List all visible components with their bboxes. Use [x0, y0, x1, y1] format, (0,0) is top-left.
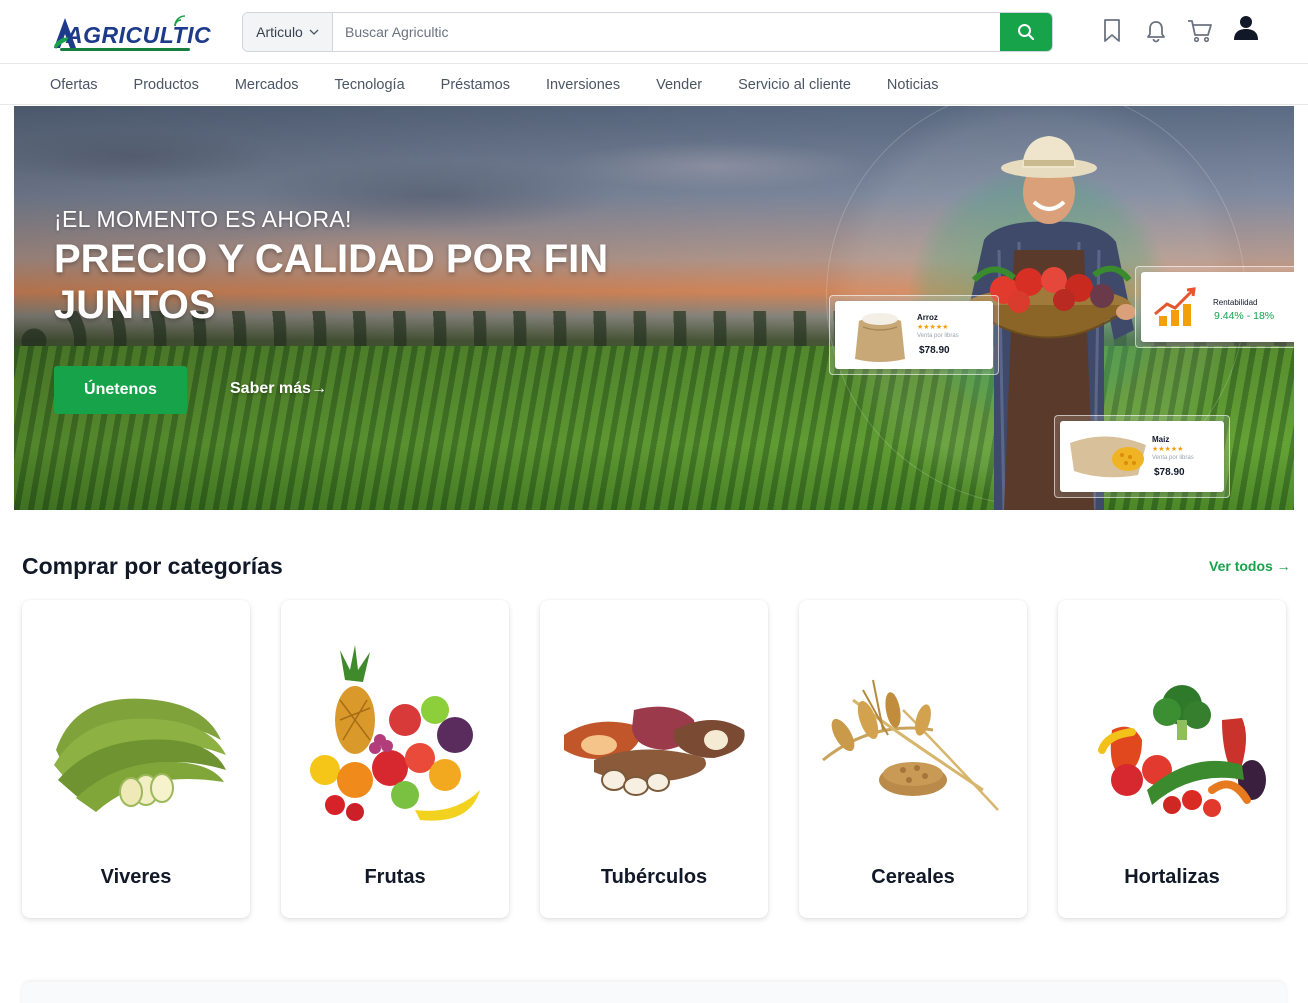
- corn-card-price: $78.90: [1154, 467, 1185, 478]
- hero-title: PRECIO Y CALIDAD POR FIN JUNTOS: [54, 237, 609, 327]
- profitability-card-inner: Rentabilidad 9.44% - 18%: [1141, 272, 1294, 342]
- category-card-viveres[interactable]: Viveres: [22, 600, 250, 918]
- bell-icon: [1147, 21, 1165, 43]
- nav-item-tecnologia[interactable]: Tecnología: [317, 77, 423, 93]
- search-button[interactable]: [1000, 13, 1052, 51]
- rice-card-subtitle: Venta por libras: [917, 333, 959, 339]
- learn-more-link[interactable]: Saber más→: [230, 380, 327, 398]
- notifications-button[interactable]: [1142, 17, 1170, 45]
- rice-card-title: Arroz: [917, 313, 938, 322]
- profitability-label: Rentabilidad: [1213, 298, 1258, 307]
- corn-card-inner: Maiz ★★★★★ Venta por libras $78.90: [1060, 421, 1224, 492]
- nav-item-productos[interactable]: Productos: [116, 77, 217, 93]
- view-all-link[interactable]: Ver todos →: [1209, 558, 1291, 574]
- category-label: Viveres: [100, 866, 172, 888]
- top-header: AGRICULTIC Articulo: [0, 0, 1308, 64]
- bookmark-icon: [1104, 19, 1120, 42]
- user-icon: [1234, 16, 1258, 40]
- next-section-panel: [22, 982, 1286, 1003]
- rice-card-rating: ★★★★★: [917, 324, 949, 331]
- cart-button[interactable]: [1186, 17, 1214, 45]
- fruits-image: [310, 645, 480, 821]
- category-label: Tubérculos: [600, 866, 708, 888]
- rice-product-card[interactable]: Arroz ★★★★★ Venta por libras $78.90: [829, 295, 999, 375]
- chevron-down-icon: [309, 29, 319, 35]
- tubers-image: [564, 706, 745, 796]
- profitability-card[interactable]: Rentabilidad 9.44% - 18%: [1135, 266, 1294, 348]
- corn-sack-image: [1070, 436, 1146, 478]
- category-label: Hortalizas: [1124, 866, 1220, 888]
- category-card-frutas[interactable]: Frutas: [281, 600, 509, 918]
- rice-card-inner: Arroz ★★★★★ Venta por libras $78.90: [835, 301, 993, 369]
- hero-kicker: ¡EL MOMENTO ES AHORA!: [54, 206, 352, 232]
- agricultic-logo[interactable]: AGRICULTIC: [52, 14, 211, 52]
- category-label: Frutas: [364, 866, 426, 888]
- search-category-select[interactable]: Articulo: [243, 13, 333, 51]
- nav-item-noticias[interactable]: Noticias: [869, 77, 957, 93]
- rice-sack-image: [855, 313, 905, 362]
- hero-banner: ¡EL MOMENTO ES AHORA! PRECIO Y CALIDAD P…: [14, 106, 1294, 510]
- category-label: Cereales: [871, 866, 955, 888]
- bookmark-button[interactable]: [1098, 17, 1126, 45]
- corn-card-rating: ★★★★★: [1152, 446, 1184, 453]
- join-button[interactable]: Únetenos: [54, 366, 187, 414]
- corn-card-subtitle: Venta por libras: [1152, 455, 1194, 461]
- cereals-image: [822, 679, 999, 811]
- categories-heading: Comprar por categorías: [22, 553, 283, 579]
- nav-item-vender[interactable]: Vender: [638, 77, 720, 93]
- search-input[interactable]: [333, 13, 1000, 51]
- corn-product-card[interactable]: Maiz ★★★★★ Venta por libras $78.90: [1054, 415, 1230, 498]
- nav-item-ofertas[interactable]: Ofertas: [32, 77, 116, 93]
- search-bar: Articulo: [242, 12, 1053, 52]
- search-icon: [1018, 24, 1035, 41]
- signal-wave-icon: [174, 15, 186, 27]
- vegetables-image: [1098, 685, 1266, 817]
- rice-card-price: $78.90: [919, 345, 950, 356]
- nav-item-inversiones[interactable]: Inversiones: [528, 77, 638, 93]
- plantain-image: [54, 698, 226, 812]
- growth-chart-icon: [1154, 287, 1196, 326]
- profitability-value: 9.44% - 18%: [1214, 310, 1275, 322]
- category-card-hortalizas[interactable]: Hortalizas: [1058, 600, 1286, 918]
- nav-item-prestamos[interactable]: Préstamos: [423, 77, 528, 93]
- search-category-label: Articulo: [256, 24, 303, 40]
- account-button[interactable]: [1232, 14, 1260, 42]
- logo-underline: [60, 48, 190, 51]
- category-card-cereales[interactable]: Cereales: [799, 600, 1027, 918]
- cart-icon: [1188, 20, 1212, 43]
- nav-item-mercados[interactable]: Mercados: [217, 77, 317, 93]
- corn-card-title: Maiz: [1152, 435, 1170, 444]
- nav-item-servicio-cliente[interactable]: Servicio al cliente: [720, 77, 869, 93]
- main-nav: Ofertas Productos Mercados Tecnología Pr…: [0, 65, 1308, 105]
- category-card-tuberculos[interactable]: Tubérculos: [540, 600, 768, 918]
